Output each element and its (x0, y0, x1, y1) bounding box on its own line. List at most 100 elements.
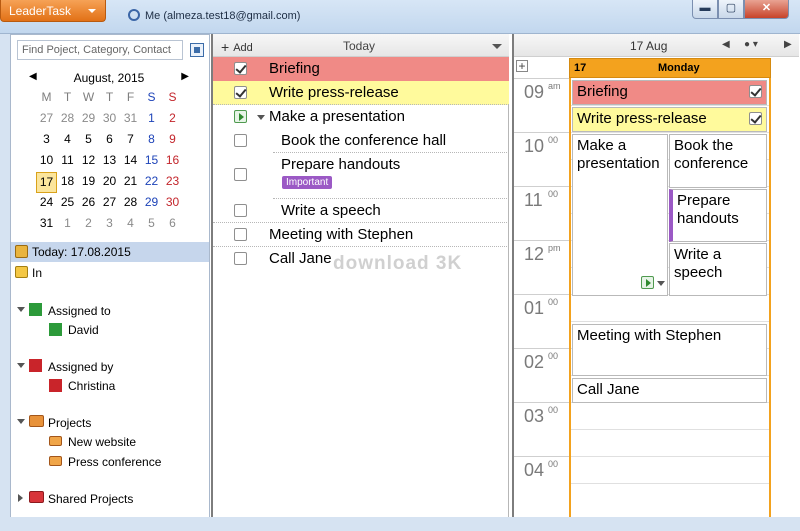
calendar-day[interactable]: 28 (120, 193, 141, 214)
expand-all-icon[interactable]: + (516, 60, 528, 72)
close-button[interactable]: ✕ (744, 0, 789, 19)
sidebar-item-press-conference[interactable]: Press conference (49, 453, 199, 471)
calendar-day[interactable]: 30 (99, 109, 120, 130)
calendar-day[interactable]: 27 (99, 193, 120, 214)
calendar-day[interactable]: 29 (141, 193, 162, 214)
calendar-day[interactable]: 19 (78, 172, 99, 193)
calendar-day[interactable]: 21 (120, 172, 141, 193)
task-checkbox[interactable] (234, 228, 247, 241)
calendar-day[interactable]: 5 (78, 130, 99, 151)
minimize-button[interactable]: ▬ (692, 0, 718, 19)
next-month-button[interactable]: ▶ (181, 71, 189, 82)
calendar-day[interactable]: 17 (36, 172, 57, 193)
sidebar-item-new-website[interactable]: New website (49, 433, 199, 451)
calendar-day[interactable]: 23 (162, 172, 183, 193)
event-call[interactable]: Call Jane (572, 378, 767, 403)
task-row[interactable]: Briefing (213, 57, 509, 81)
event-checkbox[interactable] (749, 85, 762, 98)
maximize-button[interactable]: ▢ (718, 0, 744, 19)
calendar-day[interactable]: 31 (36, 214, 57, 235)
calendar-day[interactable]: 29 (78, 109, 99, 130)
task-checkbox[interactable] (234, 204, 247, 217)
task-row[interactable]: Write press-release (213, 81, 509, 105)
task-checkbox[interactable] (234, 86, 247, 99)
account-label[interactable]: Me (almeza.test18@gmail.com) (128, 9, 300, 22)
calendar-day[interactable]: 6 (99, 130, 120, 151)
next-day-button[interactable]: ▶ (784, 39, 792, 50)
calendar-day[interactable]: 1 (57, 214, 78, 235)
calendar-day[interactable]: 15 (141, 151, 162, 172)
project-label: New website (68, 435, 137, 449)
sidebar-item-shared-projects[interactable]: Shared Projects (15, 489, 205, 507)
sidebar-item-projects[interactable]: Projects (15, 413, 205, 431)
calendar-day[interactable]: 2 (78, 214, 99, 235)
calendar-day[interactable]: 9 (162, 130, 183, 151)
expand-icon[interactable] (17, 307, 25, 312)
collapse-icon[interactable] (257, 115, 265, 120)
calendar-day[interactable]: 31 (120, 109, 141, 130)
event-speech[interactable]: Write a speech (669, 243, 767, 296)
calendar-day[interactable]: 14 (120, 151, 141, 172)
sidebar-item-in[interactable]: In (15, 264, 205, 282)
calendar-day[interactable]: 25 (57, 193, 78, 214)
calendar-day[interactable]: 6 (162, 214, 183, 235)
task-row[interactable]: Write a speech (213, 199, 509, 223)
sidebar-item-christina[interactable]: Christina (49, 377, 199, 395)
task-checkbox[interactable] (234, 134, 247, 147)
calendar-day[interactable]: 20 (99, 172, 120, 193)
expand-icon[interactable] (18, 494, 23, 502)
sidebar-item-assigned-to[interactable]: Assigned to (15, 301, 205, 319)
event-book-conference[interactable]: Book the conference (669, 134, 767, 188)
task-row[interactable]: Make a presentation (213, 105, 509, 129)
prev-month-button[interactable]: ◀ (29, 71, 37, 82)
calendar-day[interactable]: 2 (162, 109, 183, 130)
sidebar-item-today[interactable]: Today: 17.08.2015 (11, 242, 209, 262)
event-handouts[interactable]: Prepare handouts (669, 189, 767, 242)
calendar-day[interactable]: 30 (162, 193, 183, 214)
calendar-day[interactable]: 18 (57, 172, 78, 193)
event-presentation[interactable]: Make a presentation (572, 134, 668, 296)
calendar-day[interactable]: 26 (78, 193, 99, 214)
calendar-day[interactable]: 3 (36, 130, 57, 151)
event-checkbox[interactable] (749, 112, 762, 125)
sidebar-item-david[interactable]: David (49, 321, 199, 339)
calendar-day[interactable]: 11 (57, 151, 78, 172)
expand-icon[interactable] (17, 419, 25, 424)
calendar-day[interactable]: 8 (141, 130, 162, 151)
calendar-day[interactable]: 4 (120, 214, 141, 235)
event-briefing[interactable]: Briefing (572, 80, 767, 105)
add-task-button[interactable]: + Add (221, 39, 253, 55)
calendar-day[interactable]: 28 (57, 109, 78, 130)
sidebar-item-assigned-by[interactable]: Assigned by (15, 357, 205, 375)
calendar-day[interactable]: 5 (141, 214, 162, 235)
calendar-day[interactable]: 27 (36, 109, 57, 130)
calendar-day[interactable]: 7 (120, 130, 141, 151)
calendar-day[interactable]: 12 (78, 151, 99, 172)
play-icon[interactable] (641, 276, 654, 289)
task-checkbox[interactable] (234, 168, 247, 181)
task-checkbox[interactable] (234, 62, 247, 75)
task-row[interactable]: Prepare handouts Important (213, 153, 509, 199)
search-input[interactable]: Find Poject, Category, Contact (17, 40, 183, 60)
chevron-down-icon[interactable] (492, 44, 502, 49)
today-dot-button[interactable]: ● ▾ (744, 39, 758, 50)
task-row[interactable]: Book the conference hall (213, 129, 509, 153)
play-icon[interactable] (234, 110, 247, 123)
calendar-day[interactable]: 1 (141, 109, 162, 130)
task-row[interactable]: Meeting with Stephen (213, 223, 509, 247)
task-checkbox[interactable] (234, 252, 247, 265)
calendar-day[interactable]: 22 (141, 172, 162, 193)
calendar-day[interactable]: 3 (99, 214, 120, 235)
expand-icon[interactable] (17, 363, 25, 368)
calendar-day[interactable]: 13 (99, 151, 120, 172)
address-book-icon[interactable] (190, 43, 204, 57)
prev-day-button[interactable]: ◀ (722, 39, 730, 50)
calendar-day[interactable]: 4 (57, 130, 78, 151)
day-column[interactable]: Briefing Write press-release Make a pres… (569, 78, 771, 517)
calendar-day[interactable]: 24 (36, 193, 57, 214)
event-press-release[interactable]: Write press-release (572, 107, 767, 132)
app-menu-button[interactable]: LeaderTask (0, 0, 106, 22)
calendar-day[interactable]: 10 (36, 151, 57, 172)
calendar-day[interactable]: 16 (162, 151, 183, 172)
event-meeting[interactable]: Meeting with Stephen (572, 324, 767, 376)
